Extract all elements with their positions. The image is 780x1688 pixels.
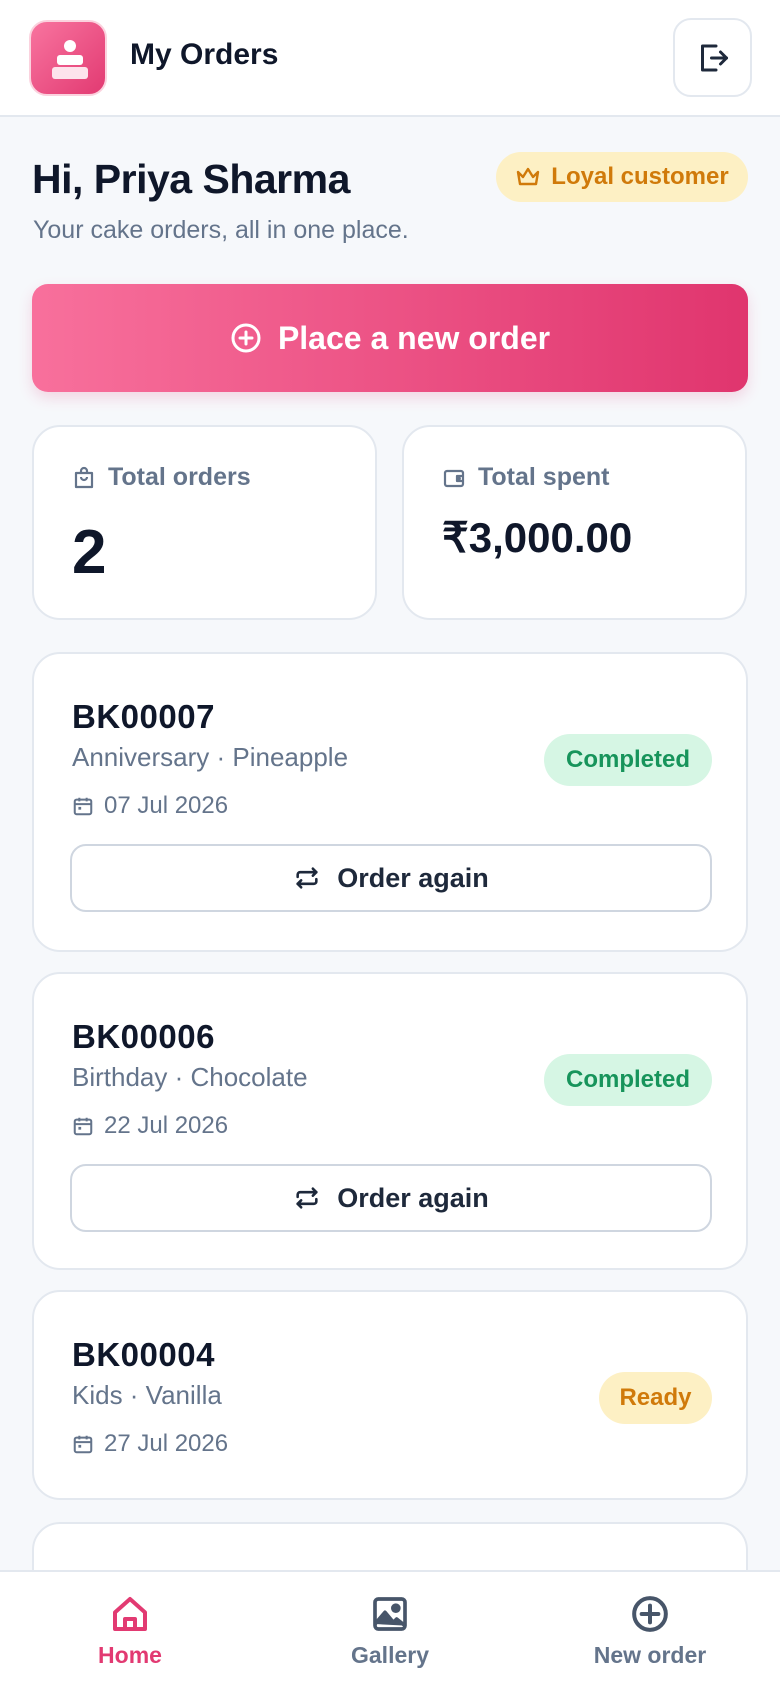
order-again-button[interactable]: Order again — [70, 844, 712, 912]
order-again-label: Order again — [337, 1182, 489, 1213]
order-date: 07 Jul 2026 — [72, 792, 228, 820]
order-date-text: 27 Jul 2026 — [104, 1430, 229, 1457]
cake-icon — [52, 40, 88, 79]
greeting-title: Hi, Priya Sharma — [32, 156, 350, 202]
place-new-order-button[interactable]: Place a new order — [32, 284, 748, 392]
order-date-text: 22 Jul 2026 — [104, 1112, 229, 1139]
page-title: My Orders — [130, 38, 279, 71]
order-id: BK00004 — [72, 1336, 215, 1373]
order-date: 22 Jul 2026 — [72, 1112, 228, 1140]
status-badge: Completed — [544, 734, 712, 786]
logout-icon — [701, 44, 728, 72]
calendar-icon — [73, 1117, 93, 1136]
order-again-label: Order again — [337, 862, 489, 893]
nav-new-order-label: New order — [593, 1642, 707, 1668]
order-card[interactable]: BK00007 Anniversary · Pineapple 07 Jul 2… — [32, 652, 748, 952]
app-logo — [29, 20, 107, 96]
order-again-button[interactable]: Order again — [70, 1164, 712, 1232]
logout-button[interactable] — [673, 18, 752, 97]
order-meta: Birthday · Chocolate — [72, 1062, 308, 1092]
order-date-text: 07 Jul 2026 — [104, 792, 229, 819]
nav-gallery-label: Gallery — [351, 1642, 429, 1668]
loyal-customer-badge: Loyal customer — [496, 152, 748, 202]
total-orders-label: Total orders — [108, 463, 251, 491]
status-badge: Completed — [544, 1054, 712, 1106]
plus-circle-icon — [632, 1596, 668, 1632]
order-id: BK00007 — [72, 698, 215, 735]
plus-circle-icon — [231, 323, 261, 353]
wallet-icon — [443, 469, 465, 487]
calendar-icon — [73, 1435, 93, 1454]
total-orders-card: Total orders 2 — [32, 425, 377, 620]
total-spent-card: Total spent ₹3,000.00 — [402, 425, 747, 620]
total-spent-label: Total spent — [478, 463, 610, 491]
repeat-icon — [296, 1187, 318, 1209]
total-spent-value: ₹3,000.00 — [442, 514, 633, 561]
order-meta: Kids · Vanilla — [72, 1380, 222, 1410]
order-id: BK00006 — [72, 1018, 215, 1055]
calendar-icon — [73, 797, 93, 816]
nav-new-order[interactable]: New order — [560, 1594, 740, 1669]
crown-icon — [517, 167, 540, 186]
shopping-bag-icon — [74, 466, 94, 488]
cta-label: Place a new order — [277, 319, 551, 356]
image-icon — [373, 1597, 407, 1631]
badge-label: Loyal customer — [551, 163, 729, 190]
order-date: 27 Jul 2026 — [72, 1430, 228, 1458]
top-app-bar: My Orders — [0, 0, 780, 117]
order-card[interactable]: BK00006 Birthday · Chocolate 22 Jul 2026… — [32, 972, 748, 1270]
nav-gallery[interactable]: Gallery — [300, 1594, 480, 1669]
home-icon — [113, 1597, 147, 1631]
status-badge: Ready — [599, 1372, 712, 1424]
repeat-icon — [296, 867, 318, 889]
nav-home[interactable]: Home — [40, 1594, 220, 1669]
total-orders-value: 2 — [72, 518, 107, 587]
nav-home-label: Home — [98, 1642, 162, 1668]
order-card[interactable]: BK00004 Kids · Vanilla 27 Jul 2026 Ready — [32, 1290, 748, 1500]
order-meta: Anniversary · Pineapple — [72, 742, 349, 772]
greeting-subtitle: Your cake orders, all in one place. — [33, 216, 409, 244]
bottom-navigation: Home Gallery New order — [0, 1570, 780, 1688]
